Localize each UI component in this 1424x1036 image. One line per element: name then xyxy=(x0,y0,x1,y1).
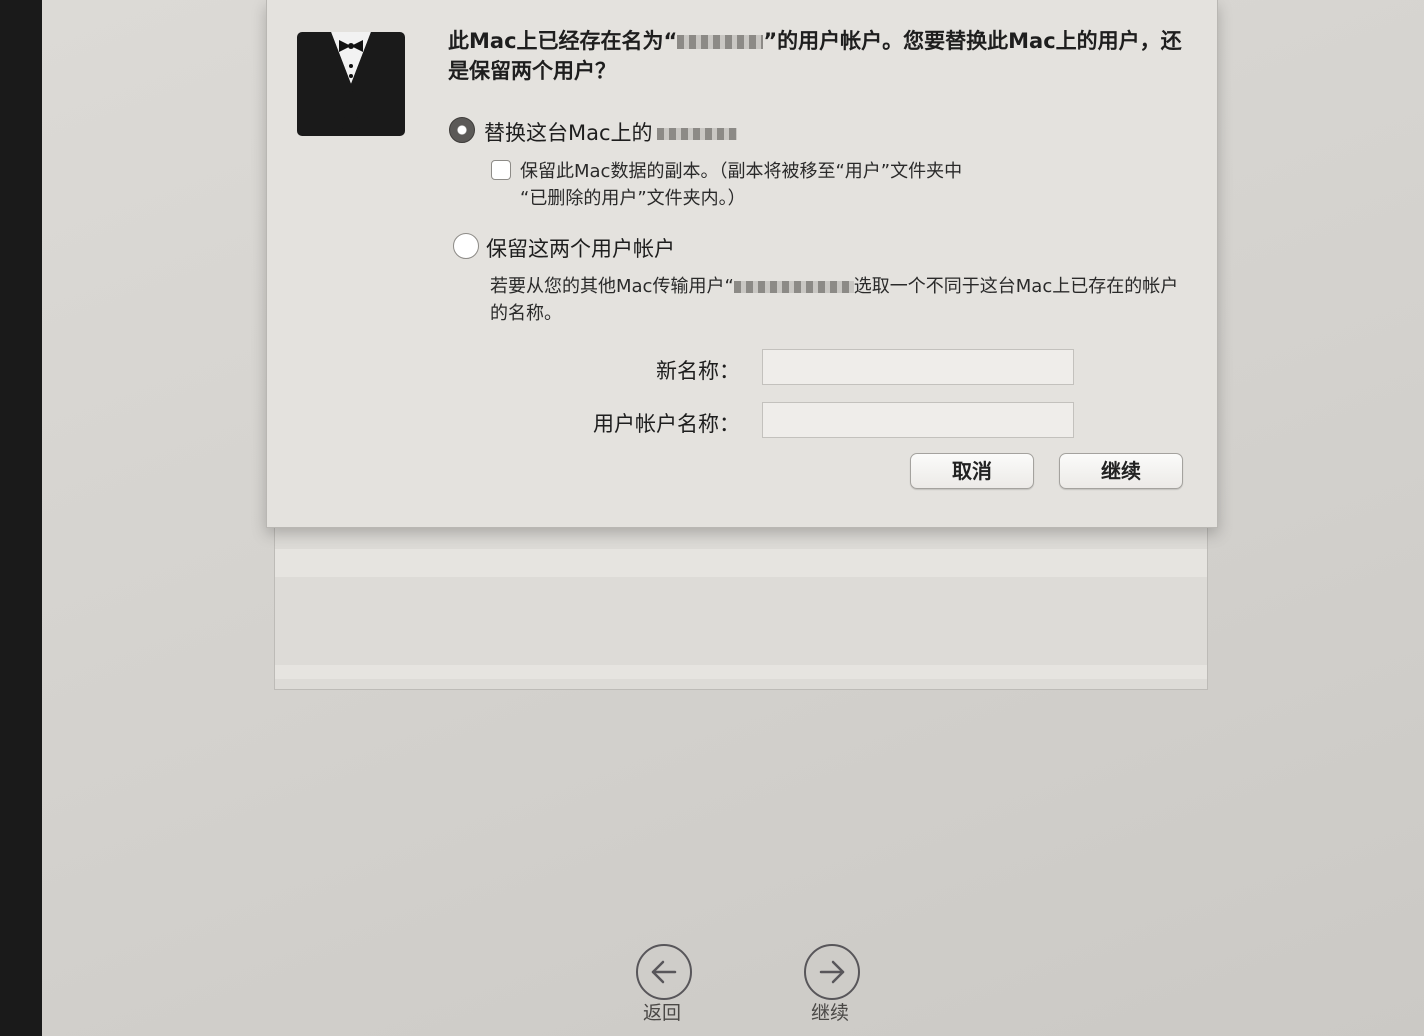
dialog-message: 此Mac上已经存在名为“ ”的用户帐户。您要替换此Mac上的用户，还是保留两个用户… xyxy=(448,26,1188,86)
keep-copy-label-line2: “已删除的用户”文件夹内。） xyxy=(520,188,746,209)
back-button[interactable] xyxy=(636,944,692,1000)
keep-both-description: 若要从您的其他Mac传输用户“ 选取一个不同于这台Mac上已存在的帐户的名称。 xyxy=(490,276,1179,324)
redacted-username xyxy=(677,35,764,49)
redacted-username xyxy=(656,128,737,140)
keep-both-radio[interactable] xyxy=(453,233,479,259)
replace-user-radio[interactable] xyxy=(449,117,475,143)
keep-copy-label-line1: 保留此Mac数据的副本。（副本将被移至“用户”文件夹中 xyxy=(520,161,963,182)
keep-both-label: 保留这两个用户帐户 xyxy=(486,237,675,261)
back-label: 返回 xyxy=(642,1002,681,1024)
screen-bezel xyxy=(0,0,42,1036)
dialog-message-part1: 此Mac上已经存在名为“ xyxy=(448,29,678,53)
migration-assistant-tuxedo-icon xyxy=(297,32,405,136)
new-name-label: 新名称： xyxy=(656,359,740,383)
keep-copy-checkbox[interactable] xyxy=(491,160,511,180)
back-arrow-icon xyxy=(651,960,677,984)
underlying-panel xyxy=(274,500,1208,690)
new-name-field[interactable] xyxy=(762,349,1074,385)
cancel-button[interactable]: 取消 xyxy=(910,453,1034,489)
account-name-field[interactable] xyxy=(762,402,1074,438)
redacted-username xyxy=(733,281,854,293)
forward-arrow-icon xyxy=(819,960,845,984)
continue-button[interactable]: 继续 xyxy=(1059,453,1183,489)
account-name-label: 用户帐户名称： xyxy=(593,412,740,436)
forward-label: 继续 xyxy=(810,1002,849,1024)
replace-user-label: 替换这台Mac上的 xyxy=(484,117,737,147)
forward-button[interactable] xyxy=(804,944,860,1000)
